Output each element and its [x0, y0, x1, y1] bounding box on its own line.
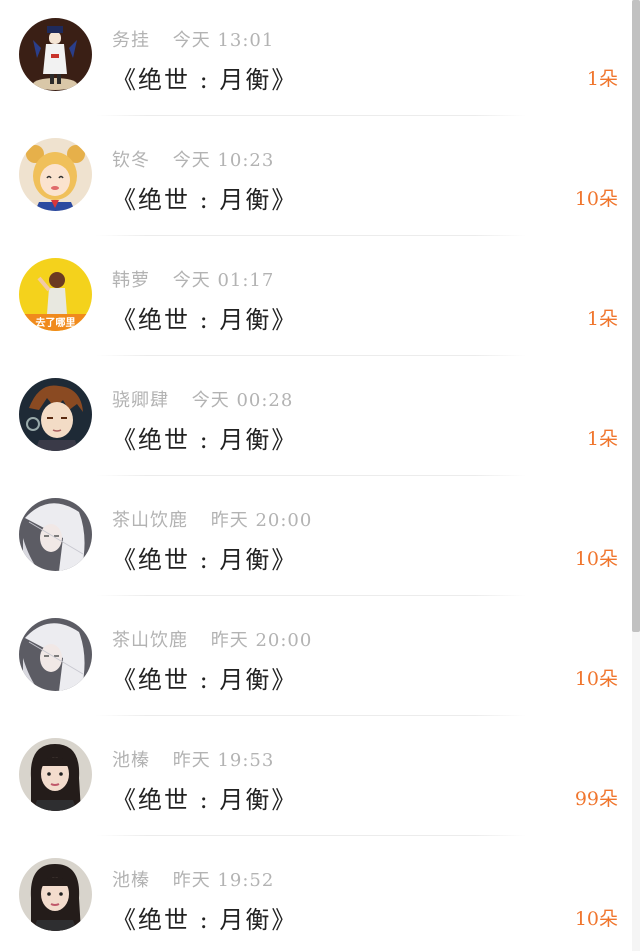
avatar-white-hair-icon: [19, 618, 92, 691]
user-name[interactable]: 池榛: [112, 870, 150, 891]
comment-time: 昨天 19:53: [172, 750, 275, 771]
comment-list: 务挂 今天 13:01 《绝世 : 月衡》 1朵 钦冬 今天 10:23 《绝世…: [0, 0, 640, 951]
avatar[interactable]: [19, 498, 92, 571]
scrollbar-thumb[interactable]: [632, 0, 640, 632]
book-title[interactable]: 《绝世 : 月衡》: [112, 300, 297, 335]
avatar[interactable]: [19, 738, 92, 811]
comment-time: 今天 13:01: [172, 30, 275, 51]
book-title[interactable]: 《绝世 : 月衡》: [112, 780, 297, 815]
avatar-overlay-text: 去了哪里: [36, 316, 76, 329]
list-item[interactable]: 务挂 今天 13:01 《绝世 : 月衡》 1朵: [0, 0, 640, 120]
avatar[interactable]: [19, 138, 92, 211]
list-item[interactable]: 钦冬 今天 10:23 《绝世 : 月衡》 10朵: [0, 120, 640, 240]
flower-count: 1朵: [586, 68, 618, 90]
list-item[interactable]: 去了哪里 韩萝 今天 01:17 《绝世 : 月衡》 1朵: [0, 240, 640, 360]
flower-count: 10朵: [574, 188, 618, 210]
flower-count: 10朵: [574, 908, 618, 930]
book-title[interactable]: 《绝世 : 月衡》: [112, 660, 297, 695]
flower-count: 1朵: [586, 308, 618, 330]
divider: [96, 235, 526, 236]
user-name[interactable]: 务挂: [112, 30, 150, 51]
flower-count: 10朵: [574, 548, 618, 570]
user-name[interactable]: 韩萝: [112, 270, 150, 291]
book-title[interactable]: 《绝世 : 月衡》: [112, 180, 297, 215]
flower-count: 99朵: [574, 788, 618, 810]
divider: [96, 475, 526, 476]
divider: [96, 715, 526, 716]
avatar-woman-photo-icon: [19, 858, 92, 931]
avatar[interactable]: [19, 858, 92, 931]
comment-time: 今天 00:28: [191, 390, 294, 411]
flower-count: 10朵: [574, 668, 618, 690]
list-item[interactable]: 池榛 昨天 19:53 《绝世 : 月衡》 99朵: [0, 720, 640, 840]
book-title[interactable]: 《绝世 : 月衡》: [112, 420, 297, 455]
user-name[interactable]: 茶山饮鹿: [112, 510, 188, 531]
avatar-ninja-icon: [19, 18, 92, 91]
divider: [96, 115, 526, 116]
list-item[interactable]: 茶山饮鹿 昨天 20:00 《绝世 : 月衡》 10朵: [0, 480, 640, 600]
comment-time: 昨天 20:00: [210, 630, 313, 651]
divider: [96, 355, 526, 356]
comment-time: 今天 01:17: [172, 270, 275, 291]
divider: [96, 595, 526, 596]
user-name[interactable]: 茶山饮鹿: [112, 630, 188, 651]
divider: [96, 835, 526, 836]
avatar-yellow-photo-icon: 去了哪里: [19, 258, 92, 331]
user-name[interactable]: 钦冬: [112, 150, 150, 171]
list-item[interactable]: 茶山饮鹿 昨天 20:00 《绝世 : 月衡》 10朵: [0, 600, 640, 720]
book-title[interactable]: 《绝世 : 月衡》: [112, 900, 297, 935]
avatar[interactable]: [19, 618, 92, 691]
scrollbar[interactable]: [632, 0, 640, 951]
user-name[interactable]: 骁卿肆: [112, 390, 169, 411]
book-title[interactable]: 《绝世 : 月衡》: [112, 540, 297, 575]
list-item[interactable]: 池榛 昨天 19:52 《绝世 : 月衡》 10朵: [0, 840, 640, 951]
avatar-anime-girl-icon: [19, 138, 92, 211]
comment-time: 今天 10:23: [172, 150, 275, 171]
avatar-anime-boy-icon: [19, 378, 92, 451]
book-title[interactable]: 《绝世 : 月衡》: [112, 60, 297, 95]
avatar[interactable]: 去了哪里: [19, 258, 92, 331]
avatar-woman-photo-icon: [19, 738, 92, 811]
comment-time: 昨天 20:00: [210, 510, 313, 531]
avatar[interactable]: [19, 378, 92, 451]
avatar[interactable]: [19, 18, 92, 91]
list-item[interactable]: 骁卿肆 今天 00:28 《绝世 : 月衡》 1朵: [0, 360, 640, 480]
user-name[interactable]: 池榛: [112, 750, 150, 771]
flower-count: 1朵: [586, 428, 618, 450]
comment-time: 昨天 19:52: [172, 870, 275, 891]
avatar-white-hair-icon: [19, 498, 92, 571]
